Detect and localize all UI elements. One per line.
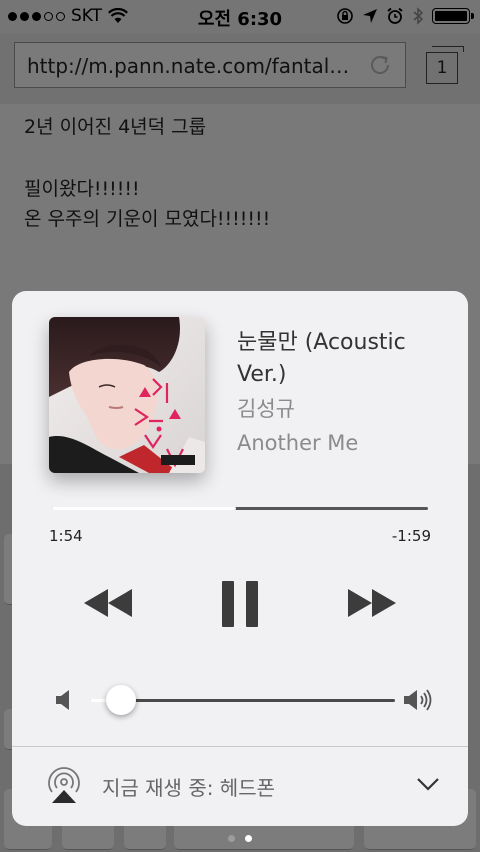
track-artist: 김성규 xyxy=(237,397,295,421)
status-right xyxy=(336,7,474,25)
airplay-icon[interactable] xyxy=(46,766,82,804)
volume-low-icon xyxy=(56,690,69,710)
remaining-time: -1:59 xyxy=(391,527,431,545)
location-icon xyxy=(363,9,377,23)
battery-icon xyxy=(432,8,474,24)
page-text-line: 2년 이어진 4년덕 그룹 xyxy=(24,116,207,138)
volume-high-icon xyxy=(404,689,432,711)
orientation-lock-icon xyxy=(337,8,353,24)
page-dot[interactable] xyxy=(228,835,235,842)
rewind-button[interactable] xyxy=(82,587,134,619)
fast-forward-button[interactable] xyxy=(346,587,398,619)
status-bar: SKT 오전 6:30 xyxy=(0,0,480,34)
volume-slider[interactable] xyxy=(90,699,395,702)
url-field[interactable]: http://m.pann.nate.com/fantalk… xyxy=(14,42,406,88)
scrubber-progress xyxy=(52,507,237,510)
fast-forward-icon xyxy=(348,589,396,617)
pause-icon xyxy=(222,581,258,627)
now-playing-panel: 눈물만 (Acoustic Ver.) 김성규 Another Me 1:54 … xyxy=(12,291,468,826)
reload-icon[interactable] xyxy=(367,52,393,78)
elapsed-time: 1:54 xyxy=(49,527,83,545)
browser-address-bar: http://m.pann.nate.com/fantalk… 1 xyxy=(0,34,480,105)
page-indicator[interactable] xyxy=(0,835,480,842)
url-text: http://m.pann.nate.com/fantalk… xyxy=(27,54,357,78)
tabs-button[interactable]: 1 xyxy=(426,46,464,86)
volume-thumb[interactable] xyxy=(105,685,136,715)
tab-count: 1 xyxy=(426,52,458,84)
pause-button[interactable] xyxy=(220,580,260,628)
alarm-icon xyxy=(387,7,403,24)
track-title: 눈물만 (Acoustic Ver.) xyxy=(237,330,406,387)
album-art[interactable] xyxy=(49,317,205,473)
page-text-line: 온 우주의 기운이 모였다!!!!!!! xyxy=(24,208,271,230)
rewind-icon xyxy=(84,589,132,617)
audio-output-label[interactable]: 지금 재생 중: 헤드폰 xyxy=(102,772,275,801)
playback-scrubber[interactable] xyxy=(52,507,428,510)
page-dot[interactable] xyxy=(245,835,252,842)
chevron-down-icon[interactable] xyxy=(416,777,440,791)
page-text-line: 필이왔다!!!!!! xyxy=(24,178,140,200)
bluetooth-icon xyxy=(413,7,424,25)
panel-divider xyxy=(12,746,468,747)
track-album: Another Me xyxy=(237,431,359,455)
